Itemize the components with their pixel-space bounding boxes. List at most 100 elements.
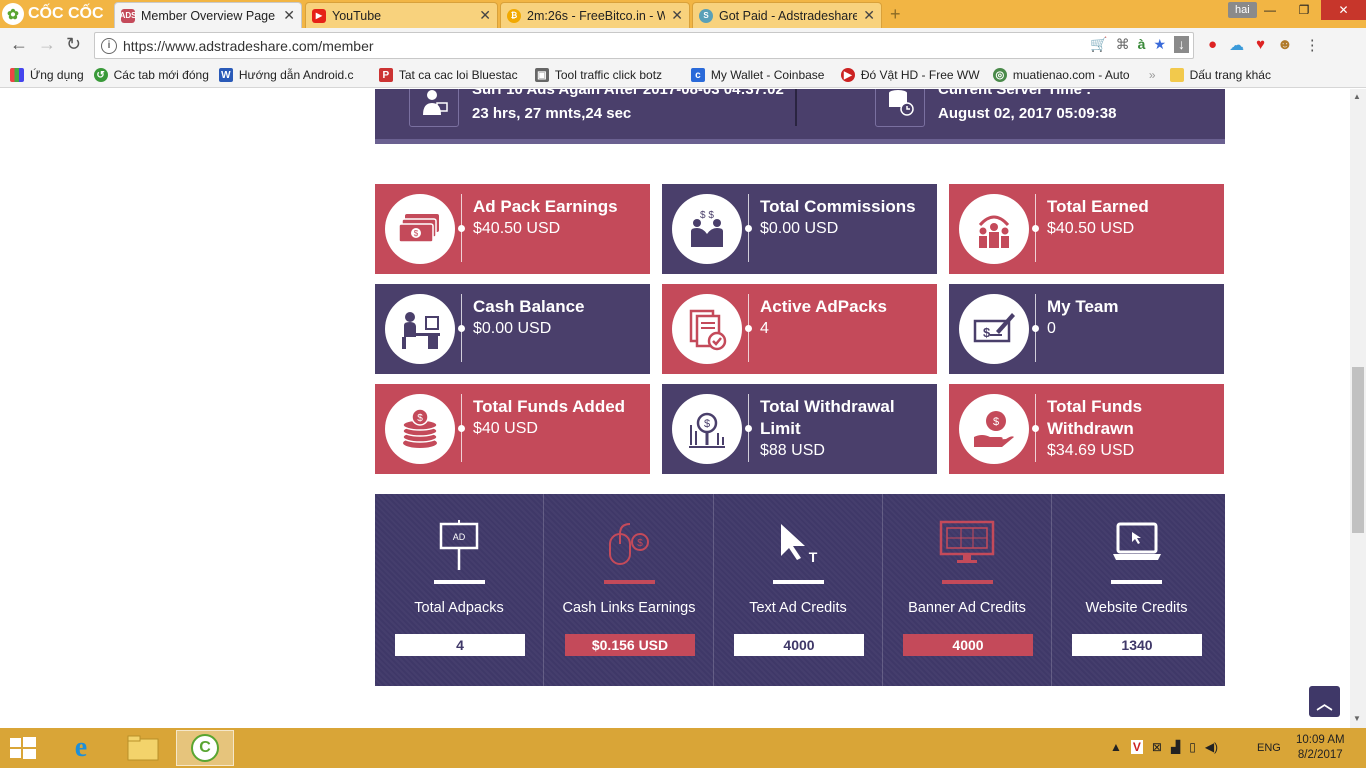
bookmark-bluestacks[interactable]: P Tat ca cac loi Bluestac (378, 68, 525, 82)
card-dot (458, 325, 465, 332)
download-icon[interactable]: ↓ (1174, 36, 1189, 53)
banner-monitor-icon (939, 520, 995, 569)
card-total-withdrawal-limit: $ Total Withdrawal Limit $88 USD (662, 384, 937, 474)
stat-underline (773, 580, 824, 584)
apps-grid-icon (10, 68, 24, 82)
coccoc-brand[interactable]: ✿ CỐC CỐC (2, 2, 104, 26)
card-dot (458, 225, 465, 232)
taskbar-internet-explorer[interactable]: e (52, 730, 110, 766)
signal-icon[interactable]: ▟ (1171, 740, 1180, 754)
server-time-value: August 02, 2017 05:09:38 (938, 105, 1117, 122)
url-text[interactable]: https://www.adstradeshare.com/member (123, 38, 1193, 54)
taskbar-file-explorer[interactable] (114, 730, 172, 766)
stat-banner-ad-credits: Banner Ad Credits 4000 (883, 494, 1052, 686)
stat-underline (1111, 580, 1162, 584)
heart-icon[interactable]: ♥ (1256, 36, 1265, 54)
battery-icon[interactable]: ▯ (1189, 740, 1196, 754)
card-title: Total Withdrawal Limit (760, 397, 895, 438)
cart-icon[interactable]: 🛒 (1090, 36, 1107, 53)
card-value: $40 USD (473, 420, 538, 437)
coccoc-app-icon: C (191, 734, 219, 762)
card-total-earned: Total Earned $40.50 USD (949, 184, 1224, 274)
close-icon[interactable]: ✕ (671, 7, 683, 24)
team-earnings-icon (959, 194, 1029, 264)
menu-icon[interactable]: ⋮ (1305, 36, 1320, 54)
bookmark-apps[interactable]: Ứng dụng (10, 68, 84, 82)
scroll-to-top-button[interactable]: ︿ (1309, 686, 1340, 717)
laptop-icon (1112, 520, 1162, 569)
windows-taskbar: e C ▲ V ⊠ ▟ ▯ ◀) ENG 10:09 AM 8/2/2017 (0, 728, 1366, 768)
svg-text:$: $ (414, 229, 419, 238)
card-value: $88 USD (760, 442, 825, 459)
cloud-icon[interactable]: ☁ (1229, 36, 1244, 54)
cheque-pen-icon: $ (959, 294, 1029, 364)
opera-extension-icon[interactable]: ● (1208, 36, 1217, 54)
svg-text:$ $: $ $ (700, 210, 714, 221)
more-bookmarks-icon[interactable]: » (1149, 68, 1156, 82)
bookmark-android[interactable]: W Hướng dẫn Android.c (218, 68, 369, 82)
stat-underline (942, 580, 993, 584)
new-tab-button[interactable]: + (890, 4, 901, 25)
stat-text-ad-credits: T Text Ad Credits 4000 (714, 494, 883, 686)
bookmarks-bar: Ứng dụng ↺ Các tab mới đóng W Hướng dẫn … (0, 63, 1366, 88)
address-bar[interactable]: i https://www.adstradeshare.com/member 🛒… (94, 32, 1194, 59)
translate-icon[interactable]: ⌘ (1116, 36, 1130, 53)
tab-freebitco[interactable]: ₿ 2m:26s - FreeBitco.in - Wi ✕ (500, 2, 690, 28)
bookmark-muatienao[interactable]: ◎ muatienao.com - Auto (992, 68, 1137, 82)
close-window-icon[interactable]: ✕ (1321, 0, 1366, 20)
tab-got-paid[interactable]: S Got Paid - Adstradeshare ✕ (692, 2, 882, 28)
info-icon[interactable]: i (101, 37, 117, 54)
surf-countdown: 23 hrs, 27 mnts,24 sec (472, 105, 632, 122)
close-icon[interactable]: ✕ (863, 7, 875, 24)
maximize-icon[interactable]: ❐ (1287, 0, 1321, 20)
svg-text:$: $ (704, 418, 710, 430)
bookmark-traffic[interactable]: ▣ Tool traffic click botz (534, 68, 681, 82)
clock-date: 8/2/2017 (1297, 749, 1343, 761)
bookmark-dovat[interactable]: ▶ Đó Vật HD - Free WW (840, 68, 983, 82)
mask-icon[interactable]: ☻ (1277, 36, 1293, 54)
reload-icon[interactable]: ↻ (66, 34, 81, 55)
close-icon[interactable]: ✕ (283, 7, 295, 24)
star-icon[interactable]: ★ (1153, 36, 1166, 53)
network-disconnected-icon[interactable]: ⊠ (1152, 740, 1162, 754)
internet-explorer-icon: e (74, 732, 88, 763)
bookmark-closed-tabs[interactable]: ↺ Các tab mới đóng (93, 68, 209, 82)
scrollbar-thumb[interactable] (1352, 367, 1364, 533)
tab-youtube[interactable]: ▶ YouTube ✕ (305, 2, 498, 28)
taskbar-coccoc[interactable]: C (176, 730, 234, 766)
card-ad-pack-earnings: $ Ad Pack Earnings $40.50 USD (375, 184, 650, 274)
close-icon[interactable]: ✕ (479, 7, 491, 24)
image-icon: ▣ (534, 68, 549, 82)
system-clock[interactable]: 10:09 AM 8/2/2017 (1296, 733, 1345, 763)
stat-label: Cash Links Earnings (562, 600, 696, 616)
bookmark-label: Dấu trang khác (1189, 68, 1271, 82)
antivirus-icon[interactable]: V (1130, 740, 1143, 754)
forward-icon[interactable]: → (38, 34, 56, 55)
volume-icon[interactable]: ◀) (1205, 740, 1218, 754)
hand-money-bag-icon: $ (959, 394, 1029, 464)
stat-label: Total Adpacks (414, 600, 504, 616)
stat-value: 4000 (734, 634, 864, 656)
money-stack-icon: $ (385, 194, 455, 264)
scroll-down-arrow-icon[interactable]: ▼ (1353, 714, 1361, 723)
bookmark-label: Các tab mới đóng (113, 68, 209, 82)
bookmark-label: Tat ca cac loi Bluestac (398, 68, 518, 82)
card-dot (458, 425, 465, 432)
card-dot (745, 325, 752, 332)
tray-overflow-icon[interactable]: ▲ (1110, 740, 1122, 754)
surf-banner: Surf 10 Ads Again After 2017-08-03 04:37… (375, 89, 1225, 144)
scroll-up-arrow-icon[interactable]: ▲ (1353, 92, 1361, 101)
card-title: Total Commissions (760, 197, 916, 216)
back-icon[interactable]: ← (10, 34, 28, 55)
bookmark-other[interactable]: Dấu trang khác (1169, 68, 1271, 82)
vietnamese-input-icon[interactable]: à (1138, 36, 1146, 53)
page-scrollbar[interactable]: ▲ ▼ (1350, 89, 1366, 728)
bookmark-coinbase[interactable]: c My Wallet - Coinbase (690, 68, 831, 82)
minimize-icon[interactable]: — (1253, 0, 1287, 20)
windows-start-button[interactable] (10, 737, 36, 764)
card-title: Cash Balance (473, 297, 585, 316)
tab-member-overview[interactable]: ADS Member Overview Page - ✕ (114, 2, 302, 28)
input-language[interactable]: ENG (1257, 742, 1281, 754)
tab-title: 2m:26s - FreeBitco.in - Wi (527, 8, 666, 23)
card-title: Ad Pack Earnings (473, 197, 618, 216)
